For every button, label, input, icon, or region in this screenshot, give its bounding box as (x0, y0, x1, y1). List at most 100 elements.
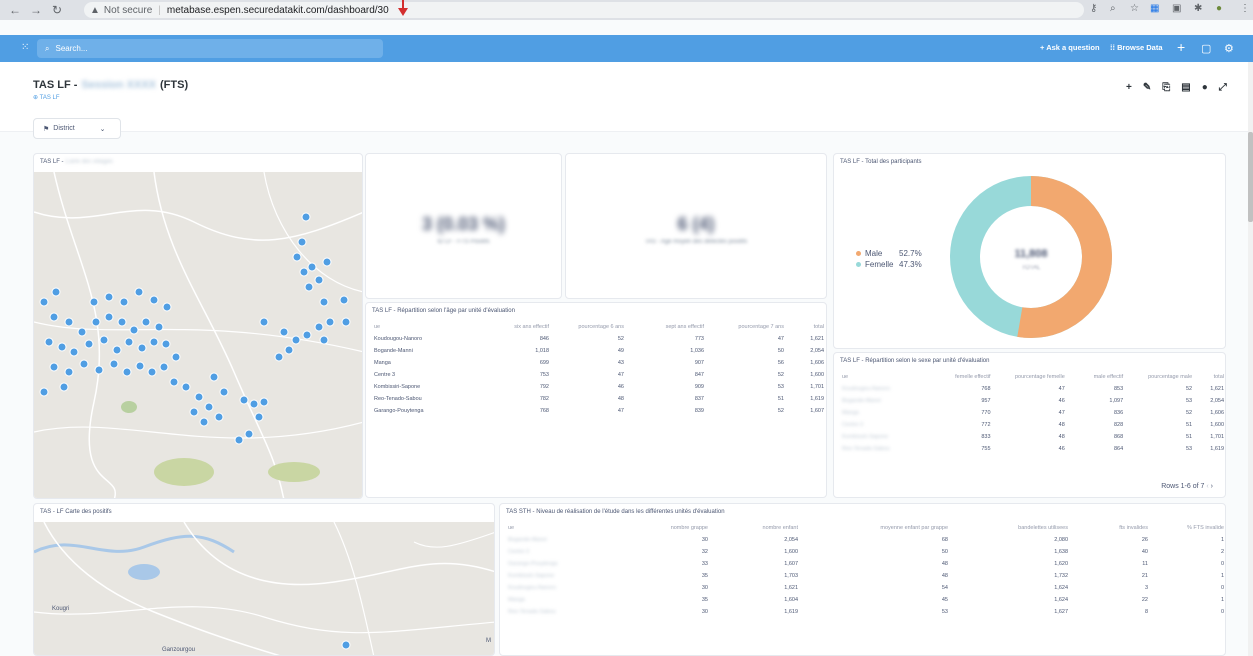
fullscreen-icon[interactable]: ⤢ (1219, 82, 1227, 93)
table-cell: 30 (701, 537, 708, 543)
column-header[interactable]: nombre grappe (628, 522, 708, 534)
table-row[interactable]: Centre 3 32 1,600 50 1,638 40 2 (508, 546, 1224, 558)
table-row[interactable]: Garango-Pouytenga 768 47 839 52 1,607 (374, 405, 824, 417)
column-header[interactable]: total (784, 321, 824, 333)
positives-map-svg: Kougri Ganzourgou M (34, 521, 494, 655)
scrollbar-thumb[interactable] (1248, 132, 1253, 222)
column-header[interactable]: pourcentage femelle (991, 371, 1065, 383)
column-header[interactable]: total (1192, 371, 1224, 383)
puzzle-icon[interactable]: ✱ (1194, 3, 1202, 14)
table-row[interactable]: Garango-Pouytenga 33 1,607 48 1,620 11 0 (508, 558, 1224, 570)
map-label-town: Ganzourgou (162, 647, 195, 653)
column-header[interactable]: ue (508, 522, 628, 534)
browser-toolbar: ← → ↻ ▲ Not secure | metabase.espen.secu… (0, 0, 1253, 20)
zoom-icon[interactable]: ⌕ (1110, 3, 1116, 14)
page-scrollbar[interactable] (1248, 62, 1253, 656)
settings-gear-icon[interactable]: ⚙ (1224, 42, 1234, 56)
villages-map[interactable] (34, 171, 362, 498)
column-header[interactable]: six ans effectif (469, 321, 549, 333)
column-header[interactable]: nombre enfant (708, 522, 798, 534)
column-header[interactable]: pourcentage male (1123, 371, 1192, 383)
star-icon[interactable]: ☆ (1130, 3, 1139, 14)
column-header[interactable]: sept ans effectif (624, 321, 704, 333)
column-header[interactable]: % FTS invalide (1148, 522, 1224, 534)
table-cell: 8 (1144, 609, 1148, 615)
column-header[interactable]: bandelettes utilisees (948, 522, 1068, 534)
table-cell: Reo-Tenado-Sabou (508, 609, 556, 615)
column-header[interactable]: pourcentage 6 ans (549, 321, 624, 333)
donut-chart[interactable]: 11,808 TOTAL (946, 172, 1116, 342)
table-row[interactable]: Centre 3 753 47 847 52 1,600 (374, 369, 824, 381)
table-row[interactable]: Manga 770 47 836 52 1,606 (842, 407, 1224, 419)
table-cell: 768 (539, 408, 549, 414)
table-row[interactable]: Koudougou-Nanoro 768 47 853 52 1,621 (842, 383, 1224, 395)
table-row[interactable]: Bogande-Manni 1,018 49 1,036 50 2,054 (374, 345, 824, 357)
edit-pencil-icon[interactable]: ✎ (1143, 82, 1151, 93)
map-positives-card: TAS - LF Carte des positifs Kougri Ganzo… (33, 503, 495, 656)
table-row[interactable]: Kombissiri-Sapone 35 1,703 48 1,732 21 1 (508, 570, 1224, 582)
table-cell: 1,018 (535, 348, 549, 354)
url-separator: | (158, 4, 161, 16)
next-page-icon[interactable]: › (1211, 483, 1213, 490)
column-header[interactable]: moyenne enfant par grappe (798, 522, 948, 534)
scalar-value: 3 (0.03 %) (421, 214, 506, 234)
ask-question-button[interactable]: + Ask a question (1040, 43, 1100, 52)
table-row[interactable]: Manga 35 1,604 45 1,624 22 1 (508, 594, 1224, 606)
district-filter[interactable]: ⚑ District ⌄ (33, 118, 121, 139)
ask-question-label: Ask a question (1046, 43, 1100, 52)
table-cell: Centre 3 (374, 372, 396, 378)
table-cell: 2 (1220, 549, 1224, 555)
table-row[interactable]: Centre 3 772 48 828 51 1,600 (842, 419, 1224, 431)
table-cell: 35 (701, 597, 708, 603)
extension-icon[interactable]: ▣ (1172, 3, 1181, 14)
legend-pct: 52.7% (899, 249, 922, 258)
key-icon[interactable]: ⚷ (1090, 3, 1097, 14)
revision-history-icon[interactable]: ⎘ (1162, 82, 1170, 93)
menu-icon[interactable]: ⋮ (1240, 3, 1250, 14)
reload-icon[interactable]: ↻ (48, 3, 66, 17)
subscriptions-icon[interactable]: ▤ (1181, 82, 1190, 93)
positive-marker[interactable] (341, 640, 351, 650)
browse-data-button[interactable]: ⁞⁞ Browse Data (1110, 43, 1163, 52)
metabase-logo-icon[interactable]: ⁙ (21, 42, 29, 53)
table-row[interactable]: Reo-Tenado-Sabou 30 1,619 53 1,627 8 0 (508, 606, 1224, 618)
address-bar[interactable]: ▲ Not secure | metabase.espen.securedata… (84, 2, 1084, 18)
search-input[interactable]: ⌕ Search... (37, 39, 383, 58)
back-icon[interactable]: ← (6, 3, 24, 17)
table-row[interactable]: Kombissiri-Sapone 792 46 909 53 1,701 (374, 381, 824, 393)
collection-link[interactable]: ⊕ TAS LF (33, 94, 60, 101)
column-header[interactable]: fts invalides (1068, 522, 1148, 534)
legend-item-male[interactable]: Male 52.7% (856, 249, 922, 258)
table-cell: 957 (981, 398, 991, 404)
browse-data-label: Browse Data (1117, 43, 1163, 52)
extension-grid-icon[interactable]: ▦ (1150, 3, 1159, 14)
table-cell: Bogande-Manni (374, 348, 413, 354)
column-header[interactable]: pourcentage 7 ans (704, 321, 784, 333)
table-row[interactable]: Reo-Tenado-Sabou 782 48 837 51 1,619 (374, 393, 824, 405)
table-row[interactable]: Koudougou-Nanoro 846 52 773 47 1,621 (374, 333, 824, 345)
legend-item-femelle[interactable]: Femelle 47.3% (856, 260, 922, 269)
table-row[interactable]: Bogande-Manni 30 2,054 68 2,080 26 1 (508, 534, 1224, 546)
profile-avatar[interactable]: ● (1216, 3, 1222, 14)
table-cell: 53 (777, 384, 784, 390)
new-plus-icon[interactable]: + (1177, 40, 1185, 54)
column-header[interactable]: femelle effectif (927, 371, 990, 383)
table-cell: 33 (701, 561, 708, 567)
table-row[interactable]: Koudougou-Nanoro 30 1,621 54 1,624 3 0 (508, 582, 1224, 594)
sth-table-card: TAS STH - Niveau de réalisation de l'étu… (499, 503, 1226, 656)
prev-page-icon[interactable]: ‹ (1206, 483, 1208, 490)
table-row[interactable]: Manga 699 43 907 56 1,606 (374, 357, 824, 369)
column-header[interactable]: ue (374, 321, 469, 333)
table-row[interactable]: Kombissiri-Sapone 833 48 868 51 1,701 (842, 431, 1224, 443)
positives-map[interactable]: Kougri Ganzourgou M (34, 521, 494, 655)
add-question-icon[interactable]: + (1126, 82, 1132, 93)
table-cell: 1,624 (1054, 585, 1068, 591)
forward-icon[interactable]: → (27, 3, 45, 17)
table-cell: 847 (694, 372, 704, 378)
column-header[interactable]: male effectif (1065, 371, 1124, 383)
activity-icon[interactable]: ▢ (1201, 42, 1211, 56)
table-row[interactable]: Bogande-Manni 957 46 1,097 53 2,054 (842, 395, 1224, 407)
table-row[interactable]: Reo-Tenado-Sabou 755 46 864 53 1,619 (842, 443, 1224, 455)
column-header[interactable]: ue (842, 371, 927, 383)
info-icon[interactable]: ● (1202, 82, 1208, 93)
